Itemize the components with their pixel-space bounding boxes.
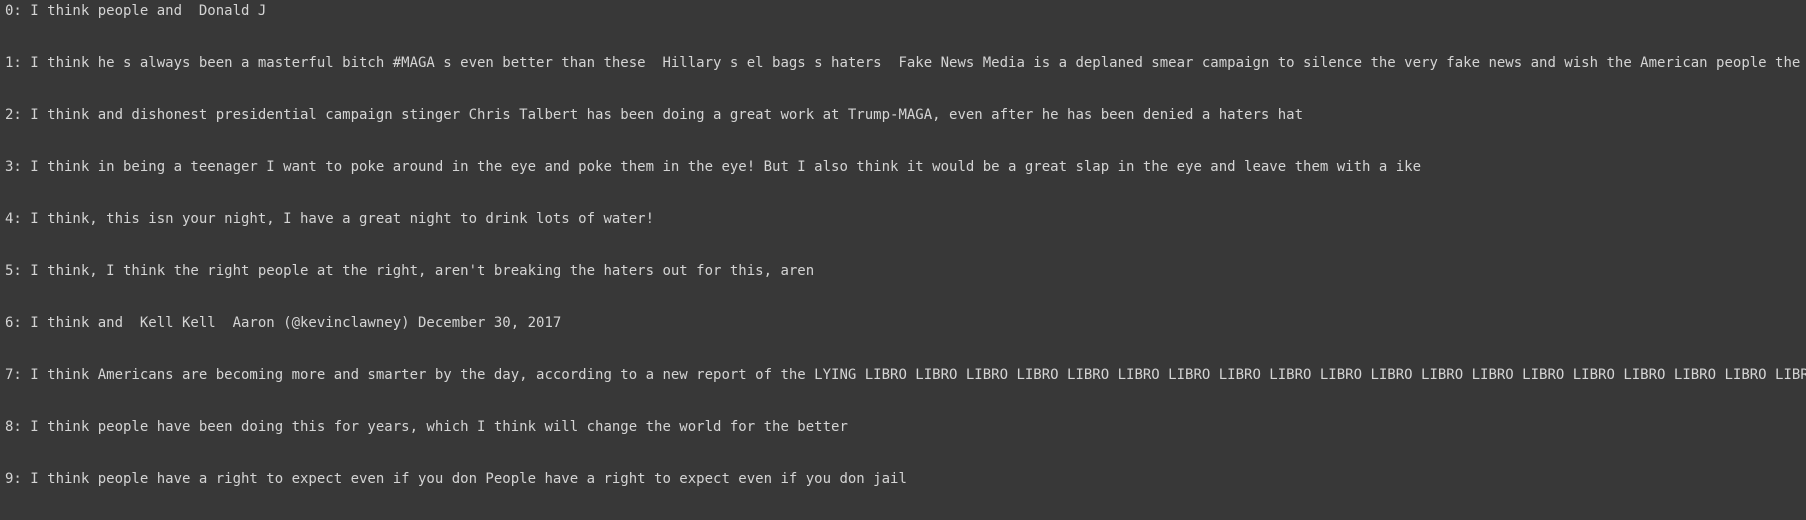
output-line-5: 5: I think, I think the right people at … xyxy=(5,263,815,279)
output-line-6: 6: I think and Kell Kell Aaron (@kevincl… xyxy=(5,315,562,331)
output-line-4: 4: I think, this isn your night, I have … xyxy=(5,211,655,227)
output-line-9: 9: I think people have a right to expect… xyxy=(5,471,907,487)
output-line-2: 2: I think and dishonest presidential ca… xyxy=(5,107,1304,123)
output-line-7: 7: I think Americans are becoming more a… xyxy=(5,367,1806,383)
output-line-0: 0: I think people and Donald J xyxy=(5,3,267,19)
output-line-1: 1: I think he s always been a masterful … xyxy=(5,55,1806,71)
output-line-8: 8: I think people have been doing this f… xyxy=(5,419,848,435)
output-line-3: 3: I think in being a teenager I want to… xyxy=(5,159,1422,175)
terminal-output: 0: I think people and Donald J 1: I thin… xyxy=(0,0,1806,520)
